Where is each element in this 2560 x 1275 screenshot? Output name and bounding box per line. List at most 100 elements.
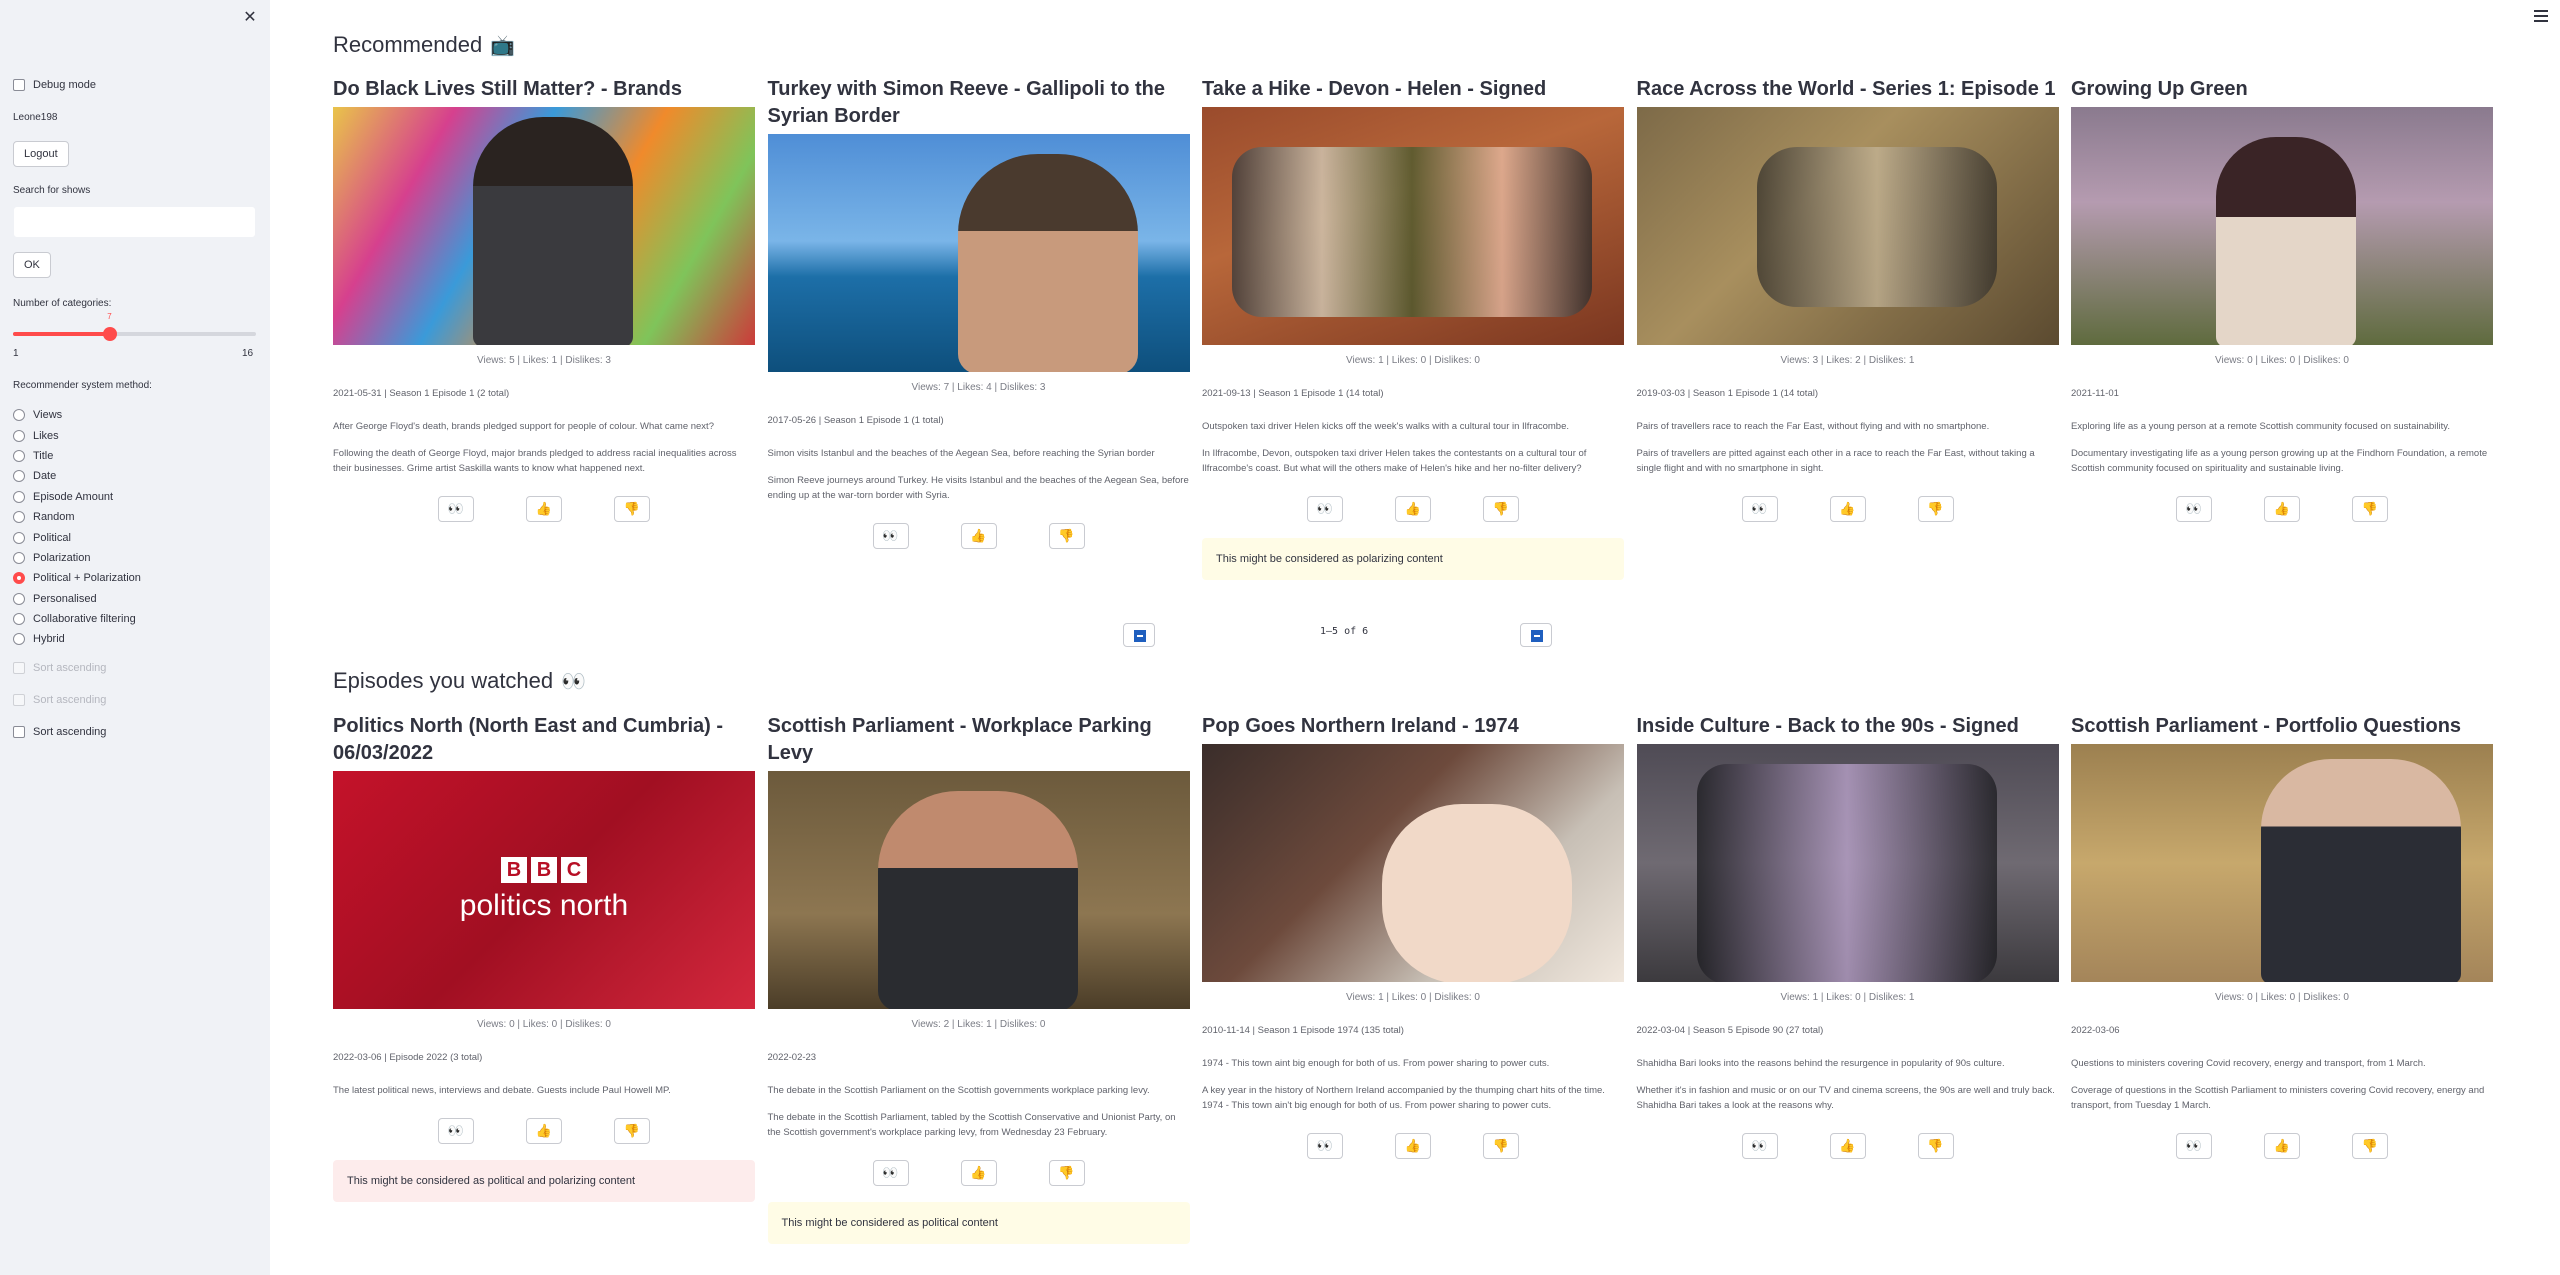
method-option-political-polarization[interactable]: Political + Polarization (13, 568, 141, 588)
radio-dot[interactable] (13, 572, 25, 585)
card-title: Do Black Lives Still Matter? - Brands (333, 78, 682, 100)
thumbs-down-icon: 👎 (1492, 501, 1510, 516)
method-option-polarization[interactable]: Polarization (13, 548, 141, 568)
thumbs-down-icon: 👎 (1492, 1138, 1510, 1153)
checkbox-box[interactable] (13, 79, 25, 91)
like-button[interactable]: 👍 (1395, 1133, 1431, 1159)
dislike-button[interactable]: 👎 (2352, 496, 2388, 522)
card-actions: 👀 👍 👎 (768, 523, 1190, 549)
dislike-button[interactable]: 👎 (1048, 1160, 1085, 1186)
radio-dot[interactable] (13, 551, 25, 564)
thumbnail-image[interactable] (1636, 107, 2059, 345)
dislike-button[interactable]: 👎 (1917, 1133, 1954, 1159)
view-button[interactable]: 👀 (872, 523, 909, 549)
like-button[interactable]: 👍 (526, 496, 562, 522)
like-button[interactable]: 👍 (960, 523, 997, 549)
method-option-views[interactable]: Views (13, 405, 141, 425)
debug-mode-checkbox[interactable]: Debug mode (13, 79, 96, 91)
slider-thumb[interactable] (103, 327, 118, 341)
method-option-hybrid[interactable]: Hybrid (13, 629, 141, 649)
dislike-button[interactable]: 👎 (2352, 1133, 2388, 1159)
thumbs-up-icon: 👍 (1404, 1138, 1422, 1153)
method-option-episode-amount[interactable]: Episode Amount (13, 487, 141, 507)
thumbnail-image[interactable] (1202, 107, 1624, 345)
card-actions: 👀 👍 👎 (2071, 1133, 2493, 1159)
radio-dot[interactable] (13, 511, 25, 524)
dislike-button[interactable]: 👎 (614, 496, 650, 522)
checkbox-box[interactable] (13, 726, 25, 738)
view-button[interactable]: 👀 (872, 1160, 909, 1186)
close-sidebar-icon[interactable]: ✕ (242, 10, 258, 26)
thumbnail-image[interactable] (767, 771, 1190, 1009)
dislike-button[interactable]: 👎 (1917, 496, 1954, 522)
radio-dot[interactable] (13, 409, 25, 422)
radio-dot[interactable] (13, 613, 25, 626)
categories-slider[interactable]: 7 (13, 312, 256, 341)
eyes-icon: 👀 (1751, 1138, 1768, 1153)
thumbnail-image[interactable] (333, 107, 755, 345)
radio-dot[interactable] (13, 531, 25, 544)
slider-min: 1 (13, 348, 19, 359)
dislike-button[interactable]: 👎 (1483, 1133, 1519, 1159)
next-page-button-2[interactable] (1520, 623, 1552, 647)
radio-dot[interactable] (13, 490, 25, 503)
content-warning-alert: This might be considered as political an… (333, 1160, 755, 1202)
card-actions: 👀 👍 👎 (1202, 1133, 1624, 1159)
next-page-button-1[interactable] (1123, 623, 1155, 647)
view-button[interactable]: 👀 (2176, 496, 2212, 522)
next-arrow-icon (1134, 630, 1146, 642)
radio-dot[interactable] (13, 449, 25, 462)
like-button[interactable]: 👍 (1395, 496, 1431, 522)
radio-dot[interactable] (13, 429, 25, 442)
view-button[interactable]: 👀 (1741, 496, 1778, 522)
card-meta: 2019-03-03 | Season 1 Episode 1 (14 tota… (1636, 388, 1819, 399)
method-option-collaborative-filtering[interactable]: Collaborative filtering (13, 609, 141, 629)
thumbnail-image[interactable] (2071, 107, 2493, 345)
method-radio-group: Views Likes Title Date Episode Amount Random P… (13, 405, 141, 650)
method-option-likes[interactable]: Likes (13, 425, 141, 445)
radio-dot[interactable] (13, 470, 25, 483)
card-title: Scottish Parliament - Workplace Parking … (767, 715, 1152, 764)
like-button[interactable]: 👍 (2264, 1133, 2300, 1159)
method-option-personalised[interactable]: Personalised (13, 589, 141, 609)
main-menu-icon[interactable] (2534, 10, 2548, 22)
card-short-description: Shahidha Bari looks into the reasons beh… (1636, 1058, 2005, 1069)
dislike-button[interactable]: 👎 (1048, 523, 1085, 549)
view-button[interactable]: 👀 (1307, 496, 1343, 522)
thumbnail-image[interactable] (767, 134, 1190, 372)
method-option-date[interactable]: Date (13, 466, 141, 486)
like-button[interactable]: 👍 (1829, 496, 1866, 522)
view-button[interactable]: 👀 (438, 496, 474, 522)
sort-ascending-checkbox-3[interactable]: Sort ascending (13, 726, 106, 738)
view-button[interactable]: 👀 (1741, 1133, 1778, 1159)
thumbnail-image[interactable] (1636, 744, 2059, 982)
view-button[interactable]: 👀 (2176, 1133, 2212, 1159)
view-button[interactable]: 👀 (1307, 1133, 1343, 1159)
logo-letter: C (561, 857, 587, 883)
like-button[interactable]: 👍 (1829, 1133, 1866, 1159)
dislike-button[interactable]: 👎 (1483, 496, 1519, 522)
method-option-political[interactable]: Political (13, 527, 141, 547)
recommended-card: Take a Hike - Devon - Helen - Signed View… (1202, 76, 1624, 580)
like-button[interactable]: 👍 (960, 1160, 997, 1186)
method-option-label: Political (33, 531, 71, 544)
like-button[interactable]: 👍 (2264, 496, 2300, 522)
method-option-title[interactable]: Title (13, 446, 141, 466)
like-button[interactable]: 👍 (526, 1118, 562, 1144)
logout-button[interactable]: Logout (13, 141, 69, 167)
view-button[interactable]: 👀 (438, 1118, 474, 1144)
ok-button[interactable]: OK (13, 252, 51, 278)
card-short-description: Simon visits Istanbul and the beaches of… (767, 448, 1155, 459)
card-actions: 👀 👍 👎 (333, 1118, 755, 1144)
method-option-random[interactable]: Random (13, 507, 141, 527)
search-input[interactable] (13, 206, 256, 238)
thumbnail-image[interactable]: B B Cpolitics north (333, 771, 755, 1009)
radio-dot[interactable] (13, 633, 25, 646)
card-stats: Views: 0 | Likes: 0 | Dislikes: 0 (2215, 355, 2349, 366)
radio-dot[interactable] (13, 592, 25, 605)
dislike-button[interactable]: 👎 (614, 1118, 650, 1144)
thumbnail-image[interactable] (1202, 744, 1624, 982)
card-long-description: The debate in the Scottish Parliament, t… (767, 1112, 1176, 1138)
thumbnail-image[interactable] (2071, 744, 2493, 982)
card-short-description: The latest political news, interviews an… (333, 1085, 671, 1096)
